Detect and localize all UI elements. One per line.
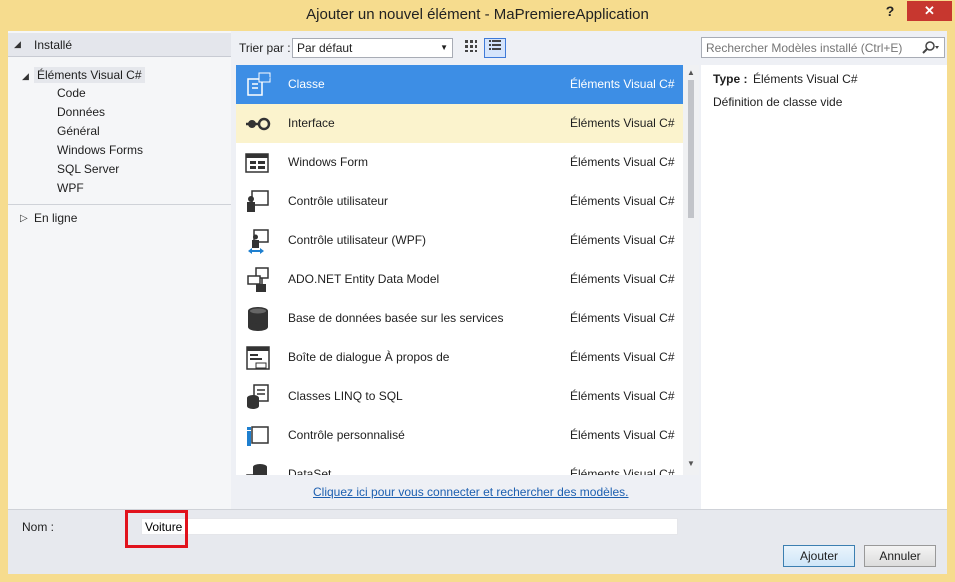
database-icon (244, 305, 272, 333)
template-category: Éléments Visual C# (570, 116, 675, 130)
tree-item-données[interactable]: Données (57, 105, 105, 119)
name-input[interactable] (145, 520, 670, 534)
sort-label: Trier par : (239, 41, 291, 55)
template-row[interactable]: Contrôle utilisateur Éléments Visual C# (236, 182, 683, 221)
windows-form-icon (244, 149, 272, 177)
tree-item-code[interactable]: Code (57, 86, 86, 100)
type-label: Type : (713, 72, 748, 86)
tree-item-visual-csharp[interactable]: Éléments Visual C# (34, 67, 145, 83)
chevron-down-icon: ▼ (440, 43, 448, 52)
tree-item-online[interactable]: En ligne (34, 211, 77, 225)
template-name: Interface (288, 116, 335, 130)
expanded-arrow-icon: ◢ (14, 39, 21, 49)
scroll-up-icon[interactable]: ▲ (687, 68, 695, 77)
template-row[interactable]: ADO.NET Entity Data Model Éléments Visual… (236, 260, 683, 299)
dataset-icon (244, 461, 272, 475)
template-name: DataSet (288, 467, 332, 475)
template-name: Contrôle personnalisé (288, 428, 405, 442)
tree-item-général[interactable]: Général (57, 124, 100, 138)
template-category: Éléments Visual C# (570, 467, 675, 475)
template-search-box[interactable] (701, 37, 945, 58)
highlight-annotation (125, 510, 188, 548)
vertical-scrollbar[interactable]: ▲ ▼ (683, 65, 699, 475)
template-category: Éléments Visual C# (570, 77, 675, 91)
close-button[interactable]: ✕ (907, 1, 952, 21)
template-name: Contrôle utilisateur (WPF) (288, 233, 427, 247)
template-name: Base de données basée sur les services (288, 311, 504, 325)
entity-model-icon (244, 266, 272, 294)
scrollbar-thumb[interactable] (688, 80, 694, 218)
template-category: Éléments Visual C# (570, 389, 675, 403)
template-row[interactable]: Windows Form Éléments Visual C# (236, 143, 683, 182)
template-row[interactable]: Contrôle utilisateur (WPF) Éléments Visua… (236, 221, 683, 260)
sort-dropdown[interactable]: Par défaut ▼ (292, 38, 453, 58)
sort-value: Par défaut (297, 41, 353, 55)
title-bar: Ajouter un nouvel élément - MaPremiereAp… (0, 0, 955, 31)
template-category: Éléments Visual C# (570, 428, 675, 442)
template-category: Éléments Visual C# (570, 194, 675, 208)
template-category-tree: ◢ Installé ◢ Éléments Visual C# Code Donn… (8, 31, 231, 509)
template-category: Éléments Visual C# (570, 155, 675, 169)
template-row[interactable]: Classes LINQ to SQL Éléments Visual C# (236, 377, 683, 416)
template-row[interactable]: Boîte de dialogue À propos de Éléments Vi… (236, 338, 683, 377)
window-title: Ajouter un nouvel élément - MaPremiereAp… (306, 6, 649, 23)
connect-online-link[interactable]: Cliquez ici pour vous connecter et reche… (313, 485, 629, 499)
custom-control-icon (244, 422, 272, 450)
template-category: Éléments Visual C# (570, 350, 675, 364)
dialog-client-area: ◢ Installé ◢ Éléments Visual C# Code Donn… (8, 31, 947, 574)
name-label: Nom : (22, 520, 55, 534)
collapsed-arrow-icon[interactable]: ▷ (20, 213, 28, 224)
template-row[interactable]: Interface Éléments Visual C# (236, 104, 683, 143)
template-row[interactable]: C# Classe Éléments Visual C# (236, 65, 683, 104)
bottom-bar: Nom : Ajouter Annuler (8, 509, 947, 574)
tree-separator (8, 204, 231, 205)
grid-view-icon[interactable] (460, 38, 482, 58)
template-category: Éléments Visual C# (570, 233, 675, 247)
add-new-item-dialog: Ajouter un nouvel élément - MaPremiereAp… (0, 0, 955, 582)
template-name: Classes LINQ to SQL (288, 389, 403, 403)
template-row[interactable]: Base de données basée sur les services Él… (236, 299, 683, 338)
template-row[interactable]: DataSet Éléments Visual C# (236, 455, 683, 475)
class-icon: C# (244, 71, 272, 99)
list-view-icon[interactable] (484, 38, 506, 58)
search-icon[interactable] (921, 40, 941, 56)
add-button[interactable]: Ajouter (783, 545, 855, 567)
wpf-user-control-icon (244, 227, 272, 255)
about-box-icon (244, 344, 272, 372)
template-list: C# Classe Éléments Visual C# Interface Éléme… (236, 65, 699, 475)
template-name: ADO.NET Entity Data Model (288, 272, 440, 286)
tree-item-windows-forms[interactable]: Windows Forms (57, 143, 143, 157)
tree-item-wpf[interactable]: WPF (57, 181, 84, 195)
user-control-icon (244, 188, 272, 216)
details-panel: Type : Éléments Visual C# Définition de … (701, 65, 947, 509)
scroll-down-icon[interactable]: ▼ (687, 459, 695, 468)
template-row[interactable]: Contrôle personnalisé Éléments Visual C# (236, 416, 683, 455)
linq-icon (244, 383, 272, 411)
template-name: Windows Form (288, 155, 369, 169)
search-input[interactable] (706, 40, 916, 55)
template-name: Boîte de dialogue À propos de (288, 350, 450, 364)
cancel-button[interactable]: Annuler (864, 545, 936, 567)
help-button[interactable]: ? (880, 3, 900, 23)
type-value: Éléments Visual C# (753, 72, 858, 86)
template-category: Éléments Visual C# (570, 311, 675, 325)
name-field[interactable] (141, 518, 678, 535)
tree-item-installed[interactable]: ◢ Installé (8, 33, 231, 57)
template-name: Contrôle utilisateur (288, 194, 389, 208)
template-name: Classe (288, 77, 325, 91)
template-category: Éléments Visual C# (570, 272, 675, 286)
interface-icon (244, 110, 272, 138)
item-description: Définition de classe vide (713, 95, 843, 109)
svg-text:C#: C# (260, 75, 271, 83)
tree-item-sql-server[interactable]: SQL Server (57, 162, 119, 176)
expanded-arrow-icon[interactable]: ◢ (22, 71, 29, 82)
